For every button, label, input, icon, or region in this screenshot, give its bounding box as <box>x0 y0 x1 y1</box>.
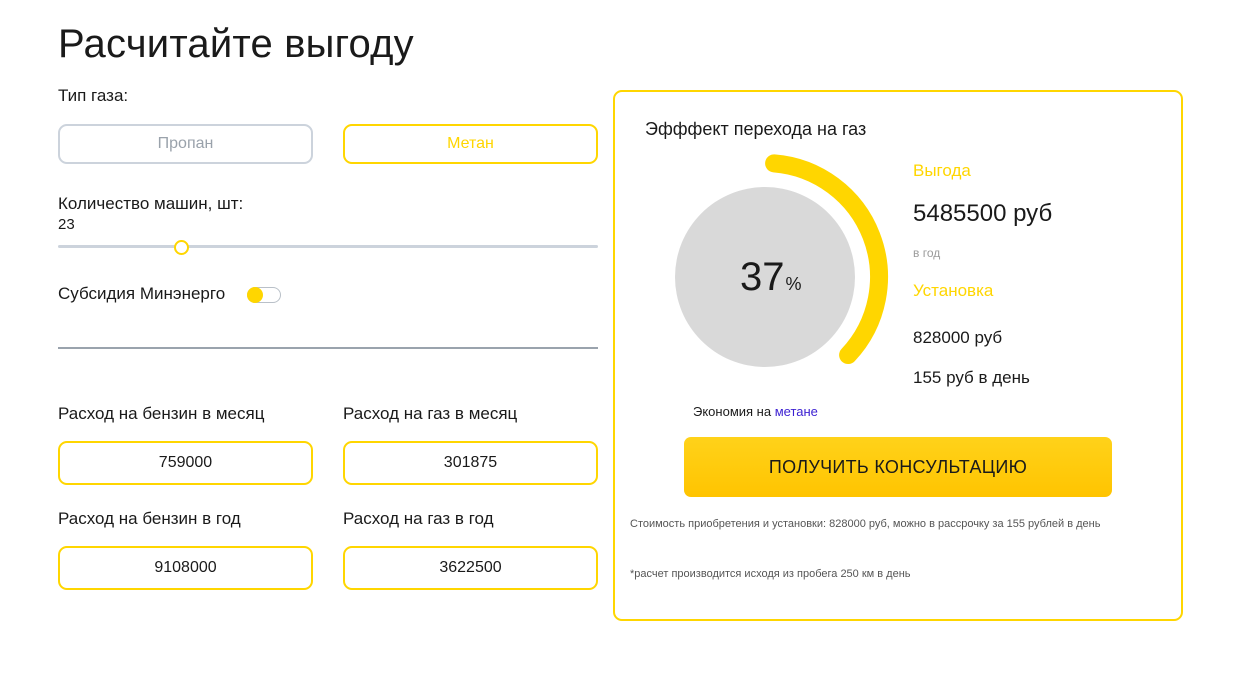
result-heading: Эфффект перехода на газ <box>645 119 867 139</box>
install-per-day: 155 руб в день <box>913 368 1030 387</box>
cars-count-slider-track[interactable] <box>58 245 598 248</box>
economy-caption: Экономия на метане <box>693 404 818 419</box>
savings-percent-value: 37 <box>740 255 785 299</box>
gas-year-label: Расход на газ в год <box>343 509 494 528</box>
toggle-knob <box>247 287 263 303</box>
mileage-note: *расчет производится исходя из пробега 2… <box>630 568 911 580</box>
benefit-label: Выгода <box>913 161 971 180</box>
get-consultation-button[interactable]: ПОЛУЧИТЬ КОНСУЛЬТАЦИЮ <box>684 437 1112 497</box>
economy-prefix: Экономия на <box>693 404 772 419</box>
subsidy-label: Субсидия Минэнерго <box>58 284 226 303</box>
cars-count-value: 23 <box>58 216 75 233</box>
cars-count-label: Количество машин, шт: <box>58 194 244 213</box>
petrol-year-label: Расход на бензин в год <box>58 509 241 528</box>
benefit-value: 5485500 руб <box>913 200 1053 227</box>
savings-percent-sign: % <box>785 274 802 294</box>
savings-percent: 37 % <box>740 254 802 300</box>
install-label: Установка <box>913 281 994 300</box>
gas-year-field[interactable]: 3622500 <box>343 546 598 590</box>
gas-option-propane-button[interactable]: Пропан <box>58 124 313 164</box>
petrol-year-field[interactable]: 9108000 <box>58 546 313 590</box>
gas-month-field[interactable]: 301875 <box>343 441 598 485</box>
gas-type-label: Тип газа: <box>58 86 129 105</box>
cars-count-slider-thumb[interactable] <box>174 240 189 255</box>
economy-gas-link[interactable]: метане <box>775 404 818 419</box>
install-value: 828000 руб <box>913 328 1003 347</box>
section-divider <box>58 347 598 349</box>
subsidy-toggle[interactable] <box>247 287 281 303</box>
benefit-period: в год <box>913 246 941 260</box>
petrol-month-label: Расход на бензин в месяц <box>58 404 265 423</box>
cost-note: Стоимость приобретения и установки: 8280… <box>630 518 1101 530</box>
page-title: Расчитайте выгоду <box>58 22 414 66</box>
gas-month-label: Расход на газ в месяц <box>343 404 518 423</box>
petrol-month-field[interactable]: 759000 <box>58 441 313 485</box>
gas-option-methane-button[interactable]: Метан <box>343 124 598 164</box>
